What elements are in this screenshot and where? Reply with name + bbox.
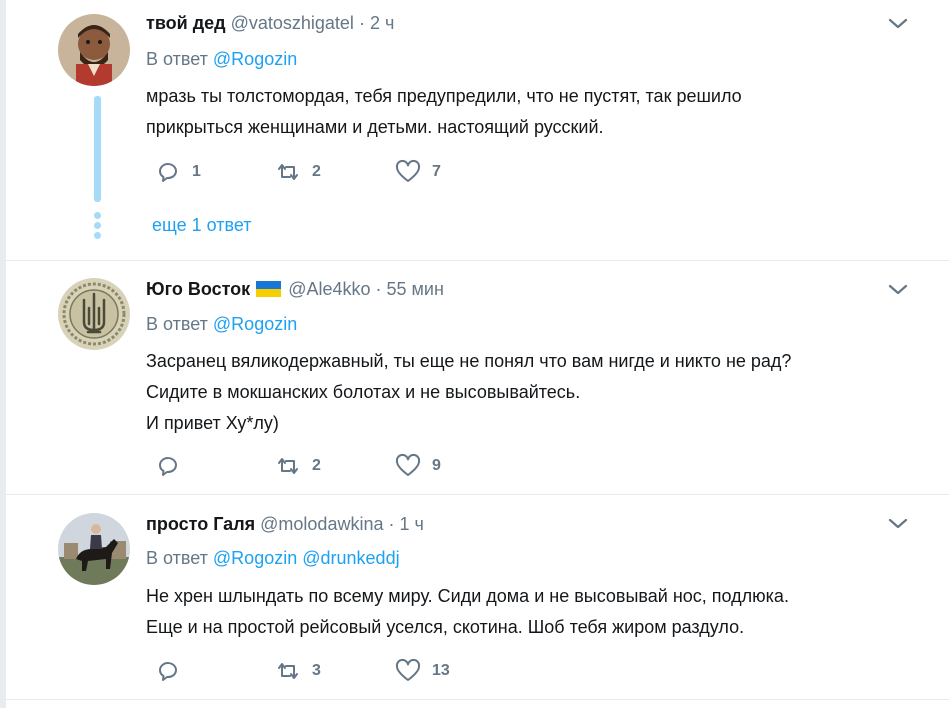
retweet-icon (278, 663, 298, 679)
reply-button[interactable] (154, 656, 192, 686)
retweet-button[interactable]: 2 (274, 157, 321, 187)
rider-on-horse-avatar-icon (58, 513, 130, 585)
fullname[interactable]: твой дед (146, 13, 226, 33)
timestamp[interactable]: · 55 мин (376, 279, 444, 299)
mention-link[interactable]: @Rogozin (213, 49, 297, 69)
tweet-text: мразь ты толстомордая, тебя предупредили… (146, 81, 926, 143)
reply-prefix: В ответ (146, 314, 208, 334)
tweet-text-line: мразь ты толстомордая, тебя предупредили… (146, 86, 742, 106)
timestamp[interactable]: · 1 ч (388, 514, 423, 534)
reply-context: В ответ @Rogozin (146, 312, 297, 336)
chevron-down-icon[interactable] (883, 512, 913, 536)
retweet-count: 3 (312, 662, 321, 679)
reply-prefix: В ответ (146, 548, 208, 568)
tweet-header: Юго Восток @Ale4kko · 55 мин (146, 277, 444, 301)
tweet-actions: 3 13 (146, 656, 546, 686)
thread-line (94, 96, 101, 202)
reply-icon (159, 662, 177, 681)
avatar[interactable] (58, 14, 130, 86)
tweet[interactable]: просто Галя @molodawkina · 1 ч В ответ @… (6, 495, 949, 700)
reply-prefix: В ответ (146, 49, 208, 69)
like-count: 9 (432, 457, 441, 474)
trident-emblem-avatar-icon (58, 278, 130, 350)
chevron-down-icon[interactable] (883, 12, 913, 36)
retweet-count: 2 (312, 457, 321, 474)
retweet-button[interactable]: 2 (274, 451, 321, 481)
like-button[interactable]: 7 (394, 157, 441, 187)
reply-icon (159, 163, 177, 182)
tweet-actions: 1 2 7 (146, 157, 546, 187)
reply-context: В ответ @Rogozin (146, 47, 297, 71)
mention-link[interactable]: @drunkeddj (302, 548, 399, 568)
like-count: 7 (432, 163, 441, 180)
retweet-button[interactable]: 3 (274, 656, 321, 686)
thread-dot (94, 222, 101, 229)
reply-context: В ответ @Rogozin @drunkeddj (146, 546, 400, 570)
avatar[interactable] (58, 513, 130, 585)
tweet-text: Не хрен шлындать по всему миру. Сиди дом… (146, 581, 926, 643)
retweet-icon (278, 164, 298, 180)
tweet-text-line: Не хрен шлындать по всему миру. Сиди дом… (146, 586, 789, 606)
tweet-text: Засранец вяликодержавный, ты еще не поня… (146, 346, 926, 439)
tweet-header: твой дед @vatoszhigatel · 2 ч (146, 11, 394, 35)
tweet-feed: твой дед @vatoszhigatel · 2 ч В ответ @R… (5, 0, 949, 708)
heart-icon (395, 658, 421, 681)
avatar[interactable] (58, 278, 130, 350)
tweet-header: просто Галя @molodawkina · 1 ч (146, 512, 424, 536)
like-button[interactable]: 13 (394, 656, 450, 686)
fullname[interactable]: просто Галя (146, 514, 255, 534)
username[interactable]: @molodawkina (260, 514, 383, 534)
username[interactable]: @vatoszhigatel (231, 13, 354, 33)
thread-dot (94, 232, 101, 239)
retweet-icon (278, 458, 298, 474)
reply-button[interactable]: 1 (154, 157, 201, 187)
username[interactable]: @Ale4kko (288, 279, 370, 299)
chevron-down-icon[interactable] (883, 278, 913, 302)
retweet-count: 2 (312, 163, 321, 180)
mention-link[interactable]: @Rogozin (213, 314, 297, 334)
tweet-actions: 2 9 (146, 451, 546, 481)
thread-dot (94, 212, 101, 219)
heart-icon (395, 453, 421, 476)
portrait-avatar-icon (58, 14, 130, 86)
timestamp[interactable]: · 2 ч (359, 13, 394, 33)
tweet-text-line: Еще и на простой рейсовый уселся, скотин… (146, 617, 745, 637)
tweet-text-line: И привет Ху*лу) (146, 413, 279, 433)
reply-icon (159, 457, 177, 476)
tweet-text-line: Засранец вяликодержавный, ты еще не поня… (146, 351, 792, 371)
ukraine-flag-icon (256, 281, 282, 297)
tweet-text-line: прикрыться женщинами и детьми. настоящий… (146, 117, 604, 137)
heart-icon (395, 159, 421, 182)
tweet[interactable]: твой дед @vatoszhigatel · 2 ч В ответ @R… (6, 0, 949, 261)
mention-link[interactable]: @Rogozin (213, 548, 297, 568)
like-count: 13 (432, 662, 450, 679)
fullname[interactable]: Юго Восток (146, 279, 250, 299)
tweet-text-line: Сидите в мокшанских болотах и не высовыв… (146, 382, 581, 402)
like-button[interactable]: 9 (394, 451, 441, 481)
reply-button[interactable] (154, 451, 192, 481)
tweet[interactable]: Юго Восток @Ale4kko · 55 мин В ответ @Ro… (6, 261, 949, 495)
reply-count: 1 (192, 163, 201, 180)
show-more-replies-link[interactable]: еще 1 ответ (152, 213, 252, 237)
